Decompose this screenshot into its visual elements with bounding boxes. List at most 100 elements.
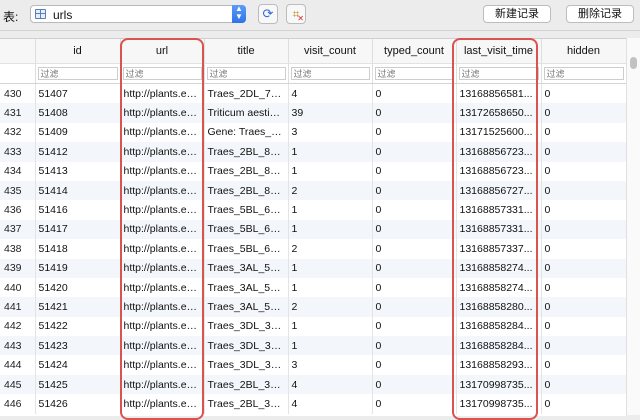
cell-id[interactable]: 51413 bbox=[35, 161, 121, 181]
cell-typed-count[interactable]: 0 bbox=[372, 374, 457, 395]
cell-url[interactable]: http://plants.en... bbox=[120, 277, 205, 298]
cell-hidden[interactable]: 0 bbox=[541, 142, 626, 162]
cell-last-visit-time[interactable]: 13168856723... bbox=[456, 142, 542, 162]
cell-url[interactable]: http://plants.en... bbox=[120, 83, 205, 104]
cell-last-visit-time[interactable]: 13168858274... bbox=[456, 277, 542, 298]
cell-last-visit-time[interactable]: 13171525600... bbox=[456, 122, 542, 143]
cell-visit-count[interactable]: 4 bbox=[288, 83, 373, 104]
cell-url[interactable]: http://plants.en... bbox=[120, 122, 205, 143]
cell-url[interactable]: http://plants.en... bbox=[120, 297, 205, 317]
filter-input-hidden[interactable] bbox=[543, 67, 624, 80]
cell-typed-count[interactable]: 0 bbox=[372, 103, 457, 123]
cell-id[interactable]: 51425 bbox=[35, 374, 121, 395]
cell-url[interactable]: http://plants.en... bbox=[120, 394, 205, 414]
cell-visit-count[interactable]: 2 bbox=[288, 297, 373, 317]
cell-title[interactable]: Triticum aestivu... bbox=[204, 103, 289, 123]
cell-visit-count[interactable]: 1 bbox=[288, 219, 373, 240]
filter-input-visit-count[interactable] bbox=[290, 67, 370, 80]
cell-title[interactable]: Traes_3DL_32... bbox=[204, 355, 289, 375]
cell-typed-count[interactable]: 0 bbox=[372, 258, 457, 278]
cell-id[interactable]: 51412 bbox=[35, 142, 121, 162]
cell-hidden[interactable]: 0 bbox=[541, 336, 626, 356]
table-row[interactable]: 433 51412 http://plants.en... Traes_2BL_89.… bbox=[0, 142, 626, 162]
filter-input-url[interactable] bbox=[122, 67, 202, 80]
cell-visit-count[interactable]: 39 bbox=[288, 103, 373, 123]
cell-title[interactable]: Traes_5BL_6C7... bbox=[204, 239, 289, 259]
cell-visit-count[interactable]: 2 bbox=[288, 180, 373, 201]
cell-last-visit-time[interactable]: 13168856581... bbox=[456, 83, 542, 104]
cell-url[interactable]: http://plants.en... bbox=[120, 239, 205, 259]
filter-input-title[interactable] bbox=[206, 67, 286, 80]
clear-filter-button[interactable]: ⌗ ✕ bbox=[286, 4, 306, 24]
cell-id[interactable]: 51407 bbox=[35, 83, 121, 104]
cell-title[interactable]: Traes_3AL_5F3... bbox=[204, 297, 289, 317]
table-row[interactable]: 440 51420 http://plants.en... Traes_3AL_5F3… bbox=[0, 277, 626, 298]
table-row[interactable]: 444 51424 http://plants.en... Traes_3DL_32.… bbox=[0, 355, 626, 375]
cell-hidden[interactable]: 0 bbox=[541, 83, 626, 104]
table-row[interactable]: 432 51409 http://plants.en... Gene: Traes_2… bbox=[0, 122, 626, 143]
row-number-header[interactable] bbox=[0, 39, 36, 64]
cell-typed-count[interactable]: 0 bbox=[372, 277, 457, 298]
cell-visit-count[interactable]: 1 bbox=[288, 277, 373, 298]
table-row[interactable]: 437 51417 http://plants.en... Traes_5BL_6C7… bbox=[0, 219, 626, 240]
column-header-typed-count[interactable]: typed_count bbox=[372, 39, 457, 64]
table-row[interactable]: 431 51408 http://plants.en... Triticum aest… bbox=[0, 103, 626, 123]
table-row[interactable]: 434 51413 http://plants.en... Traes_2BL_89.… bbox=[0, 161, 626, 181]
cell-title[interactable]: Traes_3DL_32... bbox=[204, 336, 289, 356]
cell-visit-count[interactable]: 1 bbox=[288, 142, 373, 162]
cell-hidden[interactable]: 0 bbox=[541, 200, 626, 220]
scrollbar-thumb[interactable] bbox=[630, 57, 637, 69]
cell-id[interactable]: 51409 bbox=[35, 122, 121, 143]
cell-url[interactable]: http://plants.en... bbox=[120, 161, 205, 181]
cell-typed-count[interactable]: 0 bbox=[372, 297, 457, 317]
cell-title[interactable]: Traes_2BL_89... bbox=[204, 161, 289, 181]
cell-title[interactable]: Traes_3AL_5F3... bbox=[204, 258, 289, 278]
cell-hidden[interactable]: 0 bbox=[541, 277, 626, 298]
cell-last-visit-time[interactable]: 13168857337... bbox=[456, 239, 542, 259]
cell-url[interactable]: http://plants.en... bbox=[120, 142, 205, 162]
cell-last-visit-time[interactable]: 13170998735... bbox=[456, 394, 542, 414]
table-row[interactable]: 435 51414 http://plants.en... Traes_2BL_89.… bbox=[0, 180, 626, 201]
cell-url[interactable]: http://plants.en... bbox=[120, 316, 205, 337]
cell-hidden[interactable]: 0 bbox=[541, 355, 626, 375]
filter-input-id[interactable] bbox=[37, 67, 118, 80]
cell-title[interactable]: Traes_5BL_6C7... bbox=[204, 219, 289, 240]
cell-typed-count[interactable]: 0 bbox=[372, 316, 457, 337]
cell-id[interactable]: 51420 bbox=[35, 277, 121, 298]
table-row[interactable]: 446 51426 http://plants.en... Traes_2BL_30.… bbox=[0, 394, 626, 414]
cell-typed-count[interactable]: 0 bbox=[372, 200, 457, 220]
cell-visit-count[interactable]: 2 bbox=[288, 239, 373, 259]
table-row[interactable]: 436 51416 http://plants.en... Traes_5BL_6C7… bbox=[0, 200, 626, 220]
delete-record-button[interactable]: 删除记录 bbox=[566, 5, 634, 23]
cell-url[interactable]: http://plants.en... bbox=[120, 103, 205, 123]
cell-typed-count[interactable]: 0 bbox=[372, 142, 457, 162]
cell-title[interactable]: Traes_2BL_89... bbox=[204, 142, 289, 162]
vertical-scrollbar[interactable] bbox=[626, 38, 640, 415]
cell-title[interactable]: Traes_3AL_5F3... bbox=[204, 277, 289, 298]
cell-id[interactable]: 51419 bbox=[35, 258, 121, 278]
filter-input-typed-count[interactable] bbox=[374, 67, 454, 80]
cell-typed-count[interactable]: 0 bbox=[372, 83, 457, 104]
cell-id[interactable]: 51408 bbox=[35, 103, 121, 123]
cell-url[interactable]: http://plants.en... bbox=[120, 355, 205, 375]
table-row[interactable]: 441 51421 http://plants.en... Traes_3AL_5F3… bbox=[0, 297, 626, 317]
cell-typed-count[interactable]: 0 bbox=[372, 161, 457, 181]
cell-url[interactable]: http://plants.en... bbox=[120, 258, 205, 278]
cell-visit-count[interactable]: 1 bbox=[288, 316, 373, 337]
cell-hidden[interactable]: 0 bbox=[541, 161, 626, 181]
cell-title[interactable]: Traes_2BL_30... bbox=[204, 394, 289, 414]
cell-typed-count[interactable]: 0 bbox=[372, 394, 457, 414]
cell-hidden[interactable]: 0 bbox=[541, 394, 626, 414]
cell-id[interactable]: 51426 bbox=[35, 394, 121, 414]
cell-url[interactable]: http://plants.en... bbox=[120, 336, 205, 356]
cell-id[interactable]: 51416 bbox=[35, 200, 121, 220]
column-header-hidden[interactable]: hidden bbox=[541, 39, 626, 64]
cell-title[interactable]: Traes_5BL_6C7... bbox=[204, 200, 289, 220]
column-header-visit-count[interactable]: visit_count bbox=[288, 39, 373, 64]
cell-typed-count[interactable]: 0 bbox=[372, 336, 457, 356]
cell-last-visit-time[interactable]: 13168856727... bbox=[456, 180, 542, 201]
cell-last-visit-time[interactable]: 13168858284... bbox=[456, 336, 542, 356]
cell-url[interactable]: http://plants.en... bbox=[120, 180, 205, 201]
cell-url[interactable]: http://plants.en... bbox=[120, 219, 205, 240]
cell-id[interactable]: 51417 bbox=[35, 219, 121, 240]
